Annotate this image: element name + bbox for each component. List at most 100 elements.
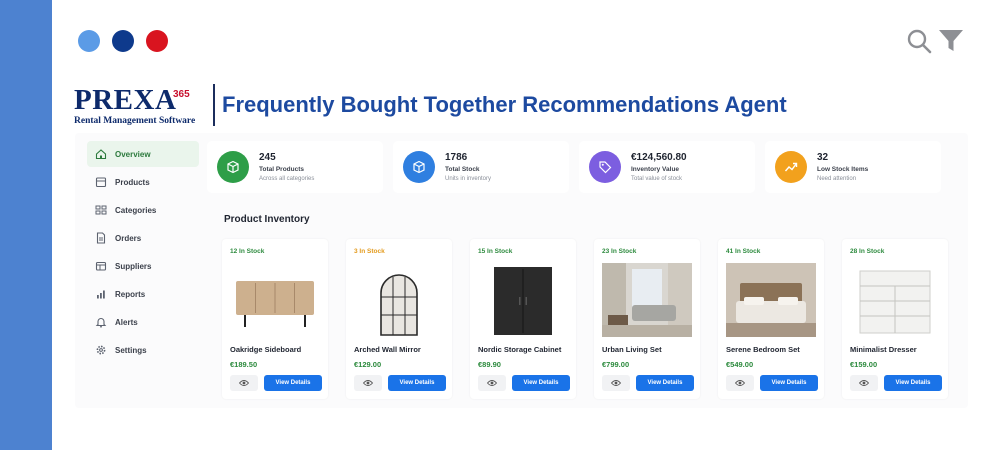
living-room-image <box>602 263 692 337</box>
stock-badge: 15 In Stock <box>478 248 513 255</box>
view-details-button[interactable]: View Details <box>512 375 570 391</box>
sidebar-item-orders[interactable]: Orders <box>87 225 199 251</box>
gear-icon <box>96 345 106 355</box>
product-card: 41 In Stock Serene Bedroom Set €549.00 V… <box>718 239 824 399</box>
package-icon <box>403 151 435 183</box>
eye-icon <box>363 380 373 386</box>
view-details-button[interactable]: View Details <box>760 375 818 391</box>
sidebar-item-alerts[interactable]: Alerts <box>87 309 199 335</box>
view-details-button[interactable]: View Details <box>388 375 446 391</box>
bell-icon <box>95 318 107 328</box>
sidebar-item-settings[interactable]: Settings <box>87 337 199 363</box>
bedroom-image <box>726 263 816 337</box>
logo-number: 365 <box>173 89 190 100</box>
stat-subtext: Total value of stock <box>631 176 683 182</box>
product-grid: 12 In Stock Oakridge Sideboard €189.50 V… <box>222 239 948 399</box>
product-card: 3 In Stock Arched Wall Mirror €129.00 Vi… <box>346 239 452 399</box>
product-card: 15 In Stock Nordic Storage Cabinet €89.9… <box>470 239 576 399</box>
product-card: 28 In Stock Minimalist Dresser €159.00 V… <box>842 239 948 399</box>
quick-view-button[interactable] <box>850 375 878 391</box>
sidebar-item-label: Alerts <box>115 317 138 327</box>
stat-value: 245 <box>259 152 276 163</box>
eye-icon <box>735 380 745 386</box>
box-icon <box>95 177 107 188</box>
sidebar-item-overview[interactable]: Overview <box>87 141 199 167</box>
bar-chart-icon <box>97 290 105 299</box>
eye-icon <box>611 380 621 386</box>
stat-card-inventory-value: €124,560.80 Inventory Value Total value … <box>579 141 755 193</box>
sidebar-item-label: Products <box>115 177 150 187</box>
quick-view-button[interactable] <box>230 375 258 391</box>
truck-icon <box>95 261 107 271</box>
stat-value: 32 <box>817 152 829 163</box>
sidebar-item-label: Settings <box>115 345 147 355</box>
cube-icon <box>217 151 249 183</box>
product-price: €189.50 <box>230 360 258 369</box>
sidebar-item-suppliers[interactable]: Suppliers <box>87 253 199 279</box>
sidebar-item-reports[interactable]: Reports <box>87 281 199 307</box>
product-price: €129.00 <box>354 360 382 369</box>
left-accent-band <box>0 0 52 450</box>
stat-subtext: Across all categories <box>259 176 315 182</box>
stock-badge: 23 In Stock <box>602 248 637 255</box>
eye-icon <box>487 380 497 386</box>
product-name: Minimalist Dresser <box>850 345 917 354</box>
quick-view-button[interactable] <box>602 375 630 391</box>
product-card: 12 In Stock Oakridge Sideboard €189.50 V… <box>222 239 328 399</box>
sidebar: Overview Products Categories Orders Supp… <box>87 141 199 365</box>
product-price: €549.00 <box>726 360 754 369</box>
quick-view-button[interactable] <box>478 375 506 391</box>
product-name: Arched Wall Mirror <box>354 345 421 354</box>
stats-row: 245 Total Products Across all categories… <box>207 141 941 193</box>
stat-label: Low Stock Items <box>817 166 869 173</box>
sidebar-item-categories[interactable]: Categories <box>87 197 199 223</box>
view-details-button[interactable]: View Details <box>884 375 942 391</box>
stat-subtext: Units in inventory <box>445 176 492 182</box>
eye-icon <box>859 380 869 386</box>
sidebar-item-label: Orders <box>115 233 142 243</box>
eye-icon <box>239 380 249 386</box>
sidebar-item-label: Reports <box>115 289 146 299</box>
page-headline: Frequently Bought Together Recommendatio… <box>222 92 787 117</box>
mirror-image <box>354 263 444 337</box>
product-name: Nordic Storage Cabinet <box>478 345 562 354</box>
tag-icon <box>589 151 621 183</box>
product-name: Oakridge Sideboard <box>230 345 302 354</box>
stock-badge: 12 In Stock <box>230 248 265 255</box>
document-icon <box>96 232 106 244</box>
trend-up-icon <box>775 151 807 183</box>
logo-tagline: Rental Management Software <box>74 116 196 126</box>
grid-icon <box>95 205 107 215</box>
stat-subtext: Need attention <box>817 176 857 182</box>
header-divider <box>213 84 215 126</box>
product-price: €799.00 <box>602 360 630 369</box>
sideboard-image <box>230 263 320 337</box>
stat-card-total-stock: 1786 Total Stock Units in inventory <box>393 141 569 193</box>
sidebar-item-label: Categories <box>115 205 157 215</box>
stat-value: 1786 <box>445 152 468 163</box>
dashboard-app: Overview Products Categories Orders Supp… <box>75 133 968 408</box>
stat-label: Inventory Value <box>631 166 680 173</box>
stat-card-low-stock: 32 Low Stock Items Need attention <box>765 141 941 193</box>
stat-card-total-products: 245 Total Products Across all categories <box>207 141 383 193</box>
window-dot-red[interactable] <box>146 30 168 52</box>
product-price: €89.90 <box>478 360 501 369</box>
quick-view-button[interactable] <box>726 375 754 391</box>
filter-icon[interactable] <box>938 28 964 59</box>
dresser-image <box>850 263 940 337</box>
stock-badge: 3 In Stock <box>354 248 385 255</box>
quick-view-button[interactable] <box>354 375 382 391</box>
view-details-button[interactable]: View Details <box>264 375 322 391</box>
product-name: Urban Living Set <box>602 345 662 354</box>
sidebar-item-products[interactable]: Products <box>87 169 199 195</box>
product-name: Serene Bedroom Set <box>726 345 800 354</box>
section-title-product-inventory: Product Inventory <box>224 214 310 225</box>
product-price: €159.00 <box>850 360 878 369</box>
window-dot-navy[interactable] <box>112 30 134 52</box>
sidebar-item-label: Suppliers <box>115 261 152 271</box>
brand-logo: PREXA 365 Rental Management Software <box>74 86 204 127</box>
view-details-button[interactable]: View Details <box>636 375 694 391</box>
product-card: 23 In Stock Urban Living Set €799.00 Vie… <box>594 239 700 399</box>
search-icon[interactable] <box>906 28 932 59</box>
window-dot-light-blue[interactable] <box>78 30 100 52</box>
